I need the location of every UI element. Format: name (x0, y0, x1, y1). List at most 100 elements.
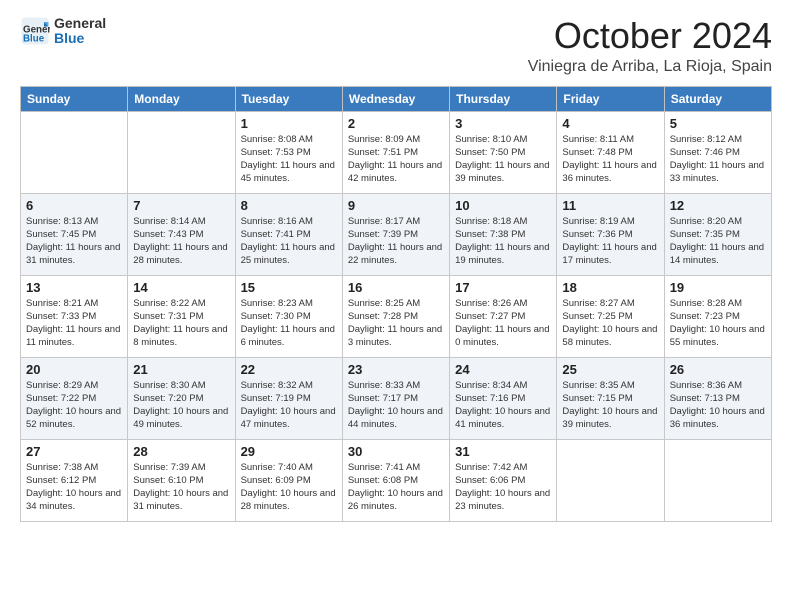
calendar-cell: 14 Sunrise: 8:22 AM Sunset: 7:31 PM Dayli… (128, 275, 235, 357)
day-info: Sunrise: 8:09 AM Sunset: 7:51 PM Dayligh… (348, 133, 444, 186)
day-number: 25 (562, 362, 658, 377)
title-block: October 2024 Viniegra de Arriba, La Rioj… (528, 16, 772, 76)
day-number: 23 (348, 362, 444, 377)
calendar-week-row: 6 Sunrise: 8:13 AM Sunset: 7:45 PM Daylig… (21, 193, 772, 275)
calendar-cell (128, 111, 235, 193)
weekday-header: Tuesday (235, 86, 342, 111)
header: General Blue General Blue October 2024 V… (20, 16, 772, 76)
day-number: 18 (562, 280, 658, 295)
day-number: 20 (26, 362, 122, 377)
calendar-cell: 30Sunrise: 7:41 AM Sunset: 6:08 PM Dayli… (342, 439, 449, 521)
day-info: Sunrise: 8:14 AM Sunset: 7:43 PM Dayligh… (133, 215, 229, 268)
day-number: 1 (241, 116, 337, 131)
calendar-cell: 21 Sunrise: 8:30 AM Sunset: 7:20 PM Dayli… (128, 357, 235, 439)
logo: General Blue General Blue (20, 16, 106, 47)
weekday-header: Friday (557, 86, 664, 111)
calendar-week-row: 13 Sunrise: 8:21 AM Sunset: 7:33 PM Dayli… (21, 275, 772, 357)
day-info: Sunrise: 8:10 AM Sunset: 7:50 PM Dayligh… (455, 133, 551, 186)
day-info: Sunrise: 8:25 AM Sunset: 7:28 PM Dayligh… (348, 297, 444, 350)
calendar-cell: 9Sunrise: 8:17 AM Sunset: 7:39 PM Daylig… (342, 193, 449, 275)
day-number: 15 (241, 280, 337, 295)
day-number: 24 (455, 362, 551, 377)
calendar-cell: 19Sunrise: 8:28 AM Sunset: 7:23 PM Dayli… (664, 275, 771, 357)
day-number: 14 (133, 280, 229, 295)
day-info: Sunrise: 8:12 AM Sunset: 7:46 PM Dayligh… (670, 133, 766, 186)
day-number: 28 (133, 444, 229, 459)
day-info: Sunrise: 8:23 AM Sunset: 7:30 PM Dayligh… (241, 297, 337, 350)
day-info: Sunrise: 8:29 AM Sunset: 7:22 PM Dayligh… (26, 379, 122, 432)
svg-text:Blue: Blue (23, 34, 45, 45)
calendar-cell: 27 Sunrise: 7:38 AM Sunset: 6:12 PM Dayli… (21, 439, 128, 521)
day-info: Sunrise: 8:34 AM Sunset: 7:16 PM Dayligh… (455, 379, 551, 432)
weekday-header: Monday (128, 86, 235, 111)
day-info: Sunrise: 8:30 AM Sunset: 7:20 PM Dayligh… (133, 379, 229, 432)
calendar: SundayMondayTuesdayWednesdayThursdayFrid… (20, 86, 772, 522)
day-number: 6 (26, 198, 122, 213)
day-number: 12 (670, 198, 766, 213)
calendar-cell: 25Sunrise: 8:35 AM Sunset: 7:15 PM Dayli… (557, 357, 664, 439)
day-info: Sunrise: 8:18 AM Sunset: 7:38 PM Dayligh… (455, 215, 551, 268)
day-info: Sunrise: 8:21 AM Sunset: 7:33 PM Dayligh… (26, 297, 122, 350)
day-info: Sunrise: 7:42 AM Sunset: 6:06 PM Dayligh… (455, 461, 551, 514)
day-info: Sunrise: 8:11 AM Sunset: 7:48 PM Dayligh… (562, 133, 658, 186)
calendar-cell: 6 Sunrise: 8:13 AM Sunset: 7:45 PM Daylig… (21, 193, 128, 275)
day-info: Sunrise: 8:26 AM Sunset: 7:27 PM Dayligh… (455, 297, 551, 350)
calendar-cell: 13 Sunrise: 8:21 AM Sunset: 7:33 PM Dayli… (21, 275, 128, 357)
calendar-week-row: 1Sunrise: 8:08 AM Sunset: 7:53 PM Daylig… (21, 111, 772, 193)
day-info: Sunrise: 7:39 AM Sunset: 6:10 PM Dayligh… (133, 461, 229, 514)
day-info: Sunrise: 8:28 AM Sunset: 7:23 PM Dayligh… (670, 297, 766, 350)
calendar-week-row: 27 Sunrise: 7:38 AM Sunset: 6:12 PM Dayli… (21, 439, 772, 521)
day-number: 10 (455, 198, 551, 213)
day-number: 21 (133, 362, 229, 377)
calendar-week-row: 20 Sunrise: 8:29 AM Sunset: 7:22 PM Dayli… (21, 357, 772, 439)
day-number: 11 (562, 198, 658, 213)
day-number: 3 (455, 116, 551, 131)
day-info: Sunrise: 8:32 AM Sunset: 7:19 PM Dayligh… (241, 379, 337, 432)
calendar-cell: 20 Sunrise: 8:29 AM Sunset: 7:22 PM Dayli… (21, 357, 128, 439)
day-info: Sunrise: 7:38 AM Sunset: 6:12 PM Dayligh… (26, 461, 122, 514)
calendar-cell: 7 Sunrise: 8:14 AM Sunset: 7:43 PM Daylig… (128, 193, 235, 275)
calendar-cell: 31 Sunrise: 7:42 AM Sunset: 6:06 PM Dayli… (450, 439, 557, 521)
calendar-cell: 15 Sunrise: 8:23 AM Sunset: 7:30 PM Dayli… (235, 275, 342, 357)
calendar-cell: 12 Sunrise: 8:20 AM Sunset: 7:35 PM Dayli… (664, 193, 771, 275)
day-number: 8 (241, 198, 337, 213)
calendar-cell (21, 111, 128, 193)
calendar-cell: 29 Sunrise: 7:40 AM Sunset: 6:09 PM Dayli… (235, 439, 342, 521)
day-info: Sunrise: 8:33 AM Sunset: 7:17 PM Dayligh… (348, 379, 444, 432)
weekday-header: Saturday (664, 86, 771, 111)
day-number: 27 (26, 444, 122, 459)
calendar-cell: 26 Sunrise: 8:36 AM Sunset: 7:13 PM Dayli… (664, 357, 771, 439)
calendar-cell (664, 439, 771, 521)
calendar-cell: 2 Sunrise: 8:09 AM Sunset: 7:51 PM Daylig… (342, 111, 449, 193)
calendar-cell (557, 439, 664, 521)
logo-text: General Blue (54, 16, 106, 47)
calendar-cell: 1Sunrise: 8:08 AM Sunset: 7:53 PM Daylig… (235, 111, 342, 193)
day-info: Sunrise: 8:16 AM Sunset: 7:41 PM Dayligh… (241, 215, 337, 268)
day-info: Sunrise: 8:13 AM Sunset: 7:45 PM Dayligh… (26, 215, 122, 268)
day-info: Sunrise: 8:36 AM Sunset: 7:13 PM Dayligh… (670, 379, 766, 432)
day-number: 9 (348, 198, 444, 213)
page: General Blue General Blue October 2024 V… (0, 0, 792, 612)
day-number: 4 (562, 116, 658, 131)
day-number: 5 (670, 116, 766, 131)
day-number: 31 (455, 444, 551, 459)
day-number: 7 (133, 198, 229, 213)
logo-icon: General Blue (20, 16, 50, 46)
calendar-cell: 8 Sunrise: 8:16 AM Sunset: 7:41 PM Daylig… (235, 193, 342, 275)
day-number: 13 (26, 280, 122, 295)
day-info: Sunrise: 8:27 AM Sunset: 7:25 PM Dayligh… (562, 297, 658, 350)
day-info: Sunrise: 8:19 AM Sunset: 7:36 PM Dayligh… (562, 215, 658, 268)
calendar-cell: 24 Sunrise: 8:34 AM Sunset: 7:16 PM Dayli… (450, 357, 557, 439)
calendar-cell: 18 Sunrise: 8:27 AM Sunset: 7:25 PM Dayli… (557, 275, 664, 357)
day-number: 17 (455, 280, 551, 295)
day-number: 29 (241, 444, 337, 459)
day-number: 26 (670, 362, 766, 377)
day-info: Sunrise: 7:40 AM Sunset: 6:09 PM Dayligh… (241, 461, 337, 514)
calendar-cell: 16Sunrise: 8:25 AM Sunset: 7:28 PM Dayli… (342, 275, 449, 357)
day-info: Sunrise: 8:20 AM Sunset: 7:35 PM Dayligh… (670, 215, 766, 268)
day-number: 2 (348, 116, 444, 131)
day-number: 30 (348, 444, 444, 459)
calendar-cell: 5 Sunrise: 8:12 AM Sunset: 7:46 PM Daylig… (664, 111, 771, 193)
calendar-cell: 10 Sunrise: 8:18 AM Sunset: 7:38 PM Dayli… (450, 193, 557, 275)
day-info: Sunrise: 8:22 AM Sunset: 7:31 PM Dayligh… (133, 297, 229, 350)
